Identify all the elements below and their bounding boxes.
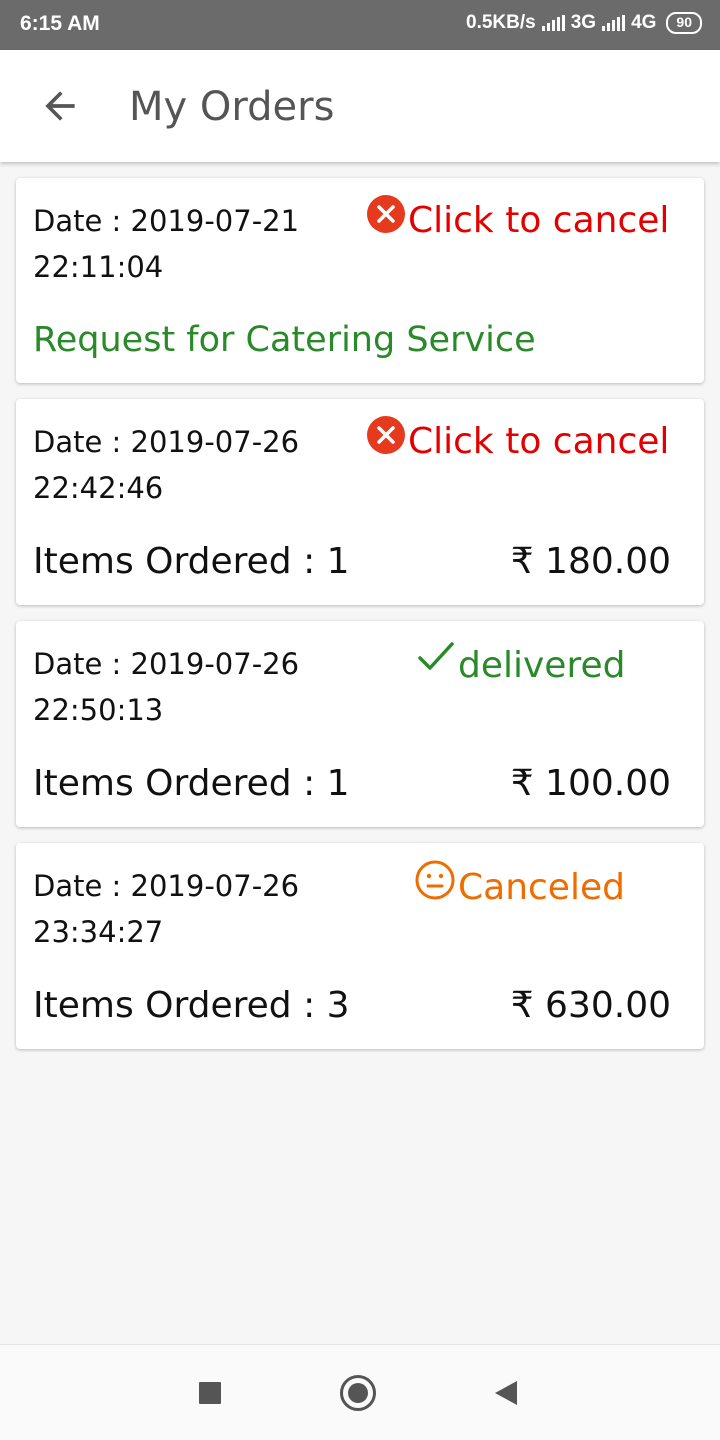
- back-triangle-icon[interactable]: [495, 1381, 517, 1405]
- order-time: 22:50:13: [33, 693, 164, 727]
- home-circle-icon[interactable]: [340, 1375, 376, 1411]
- recents-square-icon[interactable]: [199, 1382, 221, 1404]
- battery-icon: 90: [666, 12, 702, 34]
- navigation-bar: [0, 1344, 720, 1440]
- order-time: 23:34:27: [33, 915, 164, 949]
- items-ordered: Items Ordered : 3: [33, 985, 350, 1026]
- cancel-circle-icon: [366, 194, 406, 234]
- order-time: 22:11:04: [33, 250, 164, 284]
- cancel-order-button[interactable]: Click to cancel: [366, 415, 670, 462]
- order-price: ₹ 180.00: [510, 541, 671, 582]
- status-indicators: 0.5KB/s 3G 4G 90: [466, 12, 702, 34]
- network-speed: 0.5KB/s: [466, 12, 536, 33]
- network-type-2: 4G: [631, 12, 657, 33]
- cancel-order-button[interactable]: Click to cancel: [366, 194, 670, 241]
- order-date: Date : 2019-07-26: [33, 869, 300, 903]
- order-card[interactable]: Date : 2019-07-26 22:42:46 Click to canc…: [16, 399, 704, 605]
- order-price: ₹ 630.00: [510, 985, 671, 1026]
- order-date: Date : 2019-07-26: [33, 425, 300, 459]
- page-title: My Orders: [129, 84, 335, 130]
- order-status: delivered: [416, 641, 626, 686]
- arrow-left-icon: [45, 91, 75, 121]
- signal-icon: [541, 15, 565, 31]
- network-type-1: 3G: [570, 12, 597, 33]
- order-description: Request for Catering Service: [33, 320, 536, 360]
- cancel-circle-icon: [366, 415, 406, 455]
- order-time: 22:42:46: [33, 471, 164, 505]
- neutral-face-icon: [414, 859, 456, 901]
- items-ordered: Items Ordered : 1: [33, 541, 350, 582]
- items-ordered: Items Ordered : 1: [33, 763, 350, 804]
- status-text: delivered: [458, 645, 626, 686]
- order-card[interactable]: Date : 2019-07-26 23:34:27 Canceled Item…: [16, 843, 704, 1049]
- order-date: Date : 2019-07-26: [33, 647, 300, 681]
- status-text: Canceled: [458, 867, 625, 908]
- status-text: Click to cancel: [408, 421, 670, 462]
- order-date: Date : 2019-07-21: [33, 204, 300, 238]
- status-text: Click to cancel: [408, 200, 670, 241]
- status-time: 6:15 AM: [20, 12, 100, 35]
- status-bar: 6:15 AM 0.5KB/s 3G 4G 90: [0, 0, 720, 50]
- order-card[interactable]: Date : 2019-07-21 22:11:04 Click to canc…: [16, 178, 704, 383]
- app-bar: My Orders: [0, 50, 720, 162]
- back-button[interactable]: [32, 78, 88, 134]
- check-icon: [416, 639, 456, 675]
- order-card[interactable]: Date : 2019-07-26 22:50:13 delivered Ite…: [16, 621, 704, 827]
- signal-icon: [602, 15, 626, 31]
- order-status: Canceled: [414, 860, 625, 908]
- order-price: ₹ 100.00: [510, 763, 671, 804]
